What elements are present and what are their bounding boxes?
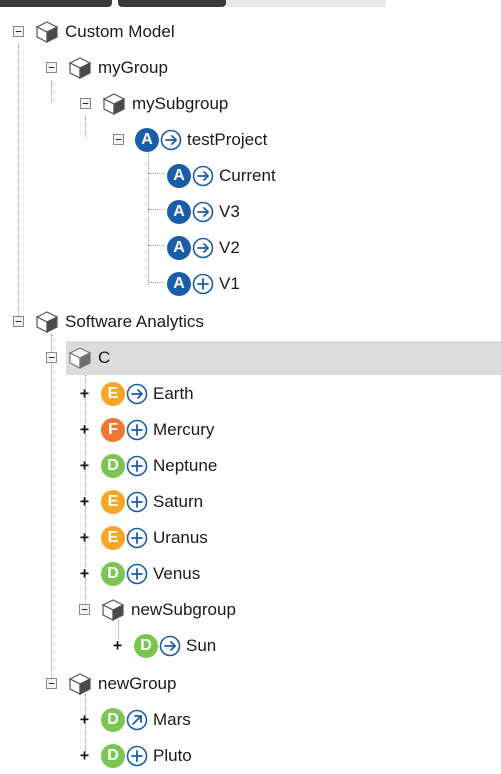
tree-node-v1[interactable]: A V1 [0, 266, 501, 302]
grade-badge: D [101, 744, 125, 768]
tree-node-label: Current [219, 166, 276, 185]
tree-node-label: V3 [219, 202, 240, 221]
expand-toggle[interactable]: + [79, 748, 90, 763]
grade-badge: D [101, 454, 125, 478]
cube-icon [101, 598, 125, 622]
cube-icon [35, 20, 59, 44]
plus-icon[interactable] [126, 419, 148, 441]
tree-node-testproject[interactable]: − A testProject [0, 122, 501, 158]
expand-toggle[interactable]: + [79, 494, 90, 509]
cube-icon [35, 310, 59, 334]
tree-node-label: Custom Model [65, 22, 175, 41]
tree-node-label: newGroup [98, 674, 177, 693]
collapse-toggle[interactable]: − [13, 26, 24, 37]
tree-node-neptune[interactable]: + D Neptune [0, 448, 501, 484]
plus-icon[interactable] [126, 491, 148, 513]
grade-badge: D [101, 708, 125, 732]
grade-badge: F [101, 418, 125, 442]
cube-icon [68, 346, 92, 370]
collapse-toggle[interactable]: − [79, 604, 90, 615]
tree-node-label: Software Analytics [65, 312, 204, 331]
tree-node-mars[interactable]: + D Mars [0, 702, 501, 738]
tree-node-v3[interactable]: A V3 [0, 194, 501, 230]
collapse-toggle[interactable]: − [113, 134, 124, 145]
grade-badge: D [101, 562, 125, 586]
collapse-toggle[interactable]: − [46, 352, 57, 363]
grade-badge: A [167, 200, 191, 224]
tree-node-label: Mercury [153, 420, 215, 439]
tree-node-custom-model[interactable]: − Custom Model [0, 14, 501, 50]
cube-icon [68, 672, 92, 696]
arrow-right-icon[interactable] [160, 129, 182, 151]
cube-icon [68, 56, 92, 80]
tree-node-mysubgroup[interactable]: − mySubgroup [0, 86, 501, 122]
tree-node-label: Sun [186, 636, 217, 655]
tree-node-label: Venus [153, 564, 201, 583]
arrow-right-icon[interactable] [159, 635, 181, 657]
tree-node-label: V1 [219, 274, 240, 293]
grade-badge: A [167, 236, 191, 260]
arrow-right-icon[interactable] [192, 201, 214, 223]
tree-node-mygroup[interactable]: − myGroup [0, 50, 501, 86]
tree-node-c[interactable]: − C [0, 340, 501, 376]
tree-node-uranus[interactable]: + E Uranus [0, 520, 501, 556]
tree-node-label: mySubgroup [132, 94, 229, 113]
collapse-toggle[interactable]: − [13, 316, 24, 327]
tree-node-label: newSubgroup [131, 600, 236, 619]
grade-badge: D [134, 634, 158, 658]
expand-toggle[interactable]: + [79, 422, 90, 437]
tree-node-label: V2 [219, 238, 240, 257]
grade-badge: A [167, 272, 191, 296]
expand-toggle[interactable]: + [79, 712, 90, 727]
grade-badge: E [101, 526, 125, 550]
tree-node-label: Pluto [153, 746, 192, 765]
tree-node-newsubgroup[interactable]: − newSubgroup [0, 592, 501, 628]
arrow-right-icon[interactable] [192, 237, 214, 259]
collapse-toggle[interactable]: − [46, 678, 57, 689]
tree-node-label: C [98, 348, 111, 367]
tree-node-earth[interactable]: + E Earth [0, 376, 501, 412]
tree-node-label: testProject [187, 130, 268, 149]
plus-icon[interactable] [126, 455, 148, 477]
tree-node-saturn[interactable]: + E Saturn [0, 484, 501, 520]
grade-badge: A [167, 164, 191, 188]
tree-node-current[interactable]: A Current [0, 158, 501, 194]
tree-node-label: Saturn [153, 492, 204, 511]
plus-icon[interactable] [126, 527, 148, 549]
expand-toggle[interactable]: + [79, 530, 90, 545]
tree-node-software-analytics[interactable]: − Software Analytics [0, 304, 501, 340]
grade-badge: E [101, 382, 125, 406]
plus-icon[interactable] [192, 273, 214, 295]
plus-icon[interactable] [126, 563, 148, 585]
expand-toggle[interactable]: + [79, 386, 90, 401]
selection-highlight [66, 341, 501, 375]
expand-toggle[interactable]: + [112, 638, 123, 653]
arrow-up-right-icon[interactable] [126, 709, 148, 731]
tree-node-mercury[interactable]: + F Mercury [0, 412, 501, 448]
project-tree: − Custom Model − myGroup − mySubgroup − A te… [0, 0, 501, 768]
collapse-toggle[interactable]: − [80, 98, 91, 109]
expand-toggle[interactable]: + [79, 566, 90, 581]
grade-badge: A [135, 128, 159, 152]
tree-node-pluto[interactable]: + D Pluto [0, 738, 501, 774]
cube-icon [102, 92, 126, 116]
tree-node-sun[interactable]: + D Sun [0, 628, 501, 664]
expand-toggle[interactable]: + [79, 458, 90, 473]
tree-node-label: Mars [153, 710, 191, 729]
tree-node-label: Earth [153, 384, 194, 403]
tree-node-venus[interactable]: + D Venus [0, 556, 501, 592]
tree-node-label: myGroup [98, 58, 168, 77]
grade-badge: E [101, 490, 125, 514]
tree-node-label: Neptune [153, 456, 218, 475]
collapse-toggle[interactable]: − [46, 62, 57, 73]
tree-node-v2[interactable]: A V2 [0, 230, 501, 266]
tree-node-newgroup[interactable]: − newGroup [0, 666, 501, 702]
arrow-right-icon[interactable] [192, 165, 214, 187]
tree-node-label: Uranus [153, 528, 208, 547]
arrow-right-icon[interactable] [126, 383, 148, 405]
